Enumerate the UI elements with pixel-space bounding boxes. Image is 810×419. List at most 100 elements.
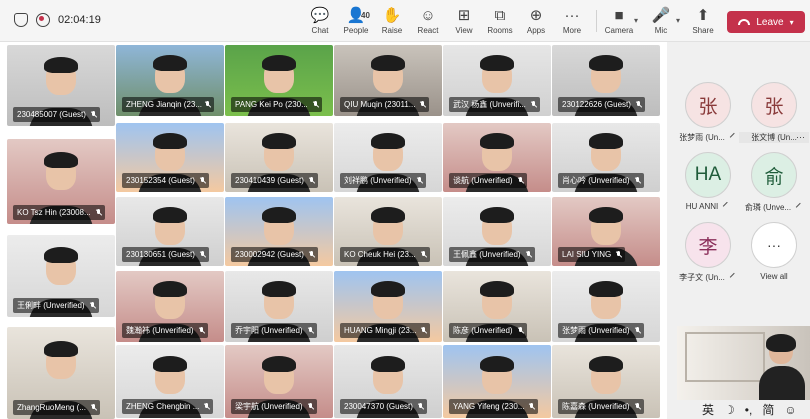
participant-face (589, 206, 623, 245)
participant-video-tile[interactable]: 王俐畔 (Unverified) (7, 235, 115, 317)
mic-off-icon (199, 177, 206, 184)
participant-video-tile[interactable]: 武汉 杨鑫 (Unverifi... (443, 45, 551, 116)
participant-nametag: 魏瀚祎 (Unverified) (122, 323, 208, 338)
participant-video-tile[interactable]: ZHENG Chengbin ... (116, 345, 224, 418)
mic-off-icon (198, 327, 205, 334)
participant-video-tile[interactable]: 230122626 (Guest) (552, 45, 660, 116)
participant-video-tile[interactable]: 陈彦 (Unverified) (443, 271, 551, 342)
participant-video-tile[interactable]: 刘祥鹏 (Unverified) (334, 123, 442, 192)
participant-name: 李子文 (Un... (679, 273, 725, 282)
camera-options-chevron-icon[interactable]: ▾ (634, 16, 638, 25)
participant-card[interactable]: 张 张文博 (Un... ··· (739, 82, 809, 143)
participant-video-tile[interactable]: LAI SIU YING (552, 197, 660, 266)
participant-video-tile[interactable]: 230002942 (Guest) (225, 197, 333, 266)
leave-label: Leave (756, 16, 784, 28)
participant-name: 王佩鑫 (Unverified) (453, 250, 521, 259)
chat-button[interactable]: 💬 Chat (300, 6, 340, 36)
more-button[interactable]: ··· More (552, 6, 592, 36)
emoji-icon[interactable]: ☺ (784, 403, 796, 417)
participant-nametag: 张梦雨 (Unverified) (558, 323, 644, 338)
participant-name: ZhangRuoMeng (... (17, 403, 86, 412)
chevron-down-icon: ▾ (789, 17, 794, 27)
participant-video-tile[interactable]: 陈嘉森 (Unverified) (552, 345, 660, 418)
camera-button[interactable]: ■ Camera (599, 6, 639, 36)
self-view-person-body (759, 366, 805, 400)
share-button[interactable]: ⬆ Share (683, 6, 723, 36)
more-options-icon[interactable]: ··· (796, 132, 805, 142)
moon-icon[interactable]: ☽ (724, 403, 735, 417)
participant-video-tile[interactable]: 230152354 (Guest) (116, 123, 224, 192)
ime-simplified-toggle[interactable]: 简 (762, 401, 774, 418)
self-view-video[interactable] (677, 326, 810, 400)
participant-video-tile[interactable]: YANG Yifeng (230... (443, 345, 551, 418)
participant-face (589, 55, 623, 94)
participant-card[interactable]: HA HU ANNI (673, 152, 743, 211)
rooms-button[interactable]: ⧉ Rooms (480, 6, 520, 36)
leave-button[interactable]: Leave ▾ (727, 11, 805, 33)
share-icon: ⬆ (696, 7, 710, 24)
participant-video-tile[interactable]: 肖心吟 (Unverified) (552, 123, 660, 192)
view-all-label: View all (760, 272, 788, 281)
participant-nametag: 230122626 (Guest) (558, 97, 645, 112)
participant-nametag: 王俐畔 (Unverified) (13, 298, 99, 313)
participant-video-tile[interactable]: 梁宇航 (Unverified) (225, 345, 333, 418)
mic-options-chevron-icon[interactable]: ▾ (676, 16, 680, 25)
view-all-button[interactable]: ··· View all (739, 222, 809, 281)
view-button[interactable]: ⊞ View (444, 6, 484, 36)
punctuation-icon[interactable]: •, (745, 403, 753, 417)
participant-name: 魏瀚祎 (Unverified) (126, 326, 194, 335)
raise-hand-button[interactable]: ✋ Raise (372, 6, 412, 36)
participant-face (262, 206, 296, 245)
mic-off-icon (420, 327, 427, 334)
participant-face (153, 355, 187, 394)
participant-face (262, 281, 296, 320)
ime-lang-toggle[interactable]: 英 (702, 401, 714, 418)
participant-name: KO Cheuk Hei (23... (344, 250, 416, 259)
mic-off-icon (634, 177, 641, 184)
participant-name: 230002942 (Guest) (235, 250, 304, 259)
participant-nametag: KO Cheuk Hei (23... (340, 247, 430, 262)
participant-video-tile[interactable]: PANG Kei Po (230... (225, 45, 333, 116)
participant-name: 陈嘉森 (Unverified) (562, 402, 630, 411)
participant-video-tile[interactable]: 魏瀚祎 (Unverified) (116, 271, 224, 342)
participant-name: 230410439 (Guest) (235, 176, 304, 185)
participant-video-tile[interactable]: 230130651 (Guest) (116, 197, 224, 266)
react-button[interactable]: ☺ React (408, 6, 448, 36)
mic-off-icon (308, 177, 315, 184)
participant-nametag: PANG Kei Po (230... (231, 97, 322, 112)
mic-off-icon (312, 101, 319, 108)
participant-face (153, 281, 187, 320)
mic-off-icon (417, 403, 424, 410)
toolbar-divider (596, 10, 597, 32)
participant-video-tile[interactable]: 230485007 (Guest) (7, 45, 115, 126)
participant-video-tile[interactable]: ZHENG Jianqin (23... (116, 45, 224, 116)
participant-card[interactable]: 李 李子文 (Un... (673, 222, 743, 283)
participant-video-tile[interactable]: KO Cheuk Hei (23... (334, 197, 442, 266)
participant-video-tile[interactable]: QIU Muqin (23011... (334, 45, 442, 116)
shield-icon (14, 13, 28, 27)
participant-video-tile[interactable]: 230047370 (Guest) (334, 345, 442, 418)
participant-face (589, 281, 623, 320)
mic-off-icon (729, 132, 739, 142)
hand-icon: ✋ (382, 7, 402, 24)
participant-video-tile[interactable]: 王佩鑫 (Unverified) (443, 197, 551, 266)
mic-button[interactable]: 🎤 Mic (641, 6, 681, 36)
participant-name: 肖心吟 (Unverified) (562, 176, 630, 185)
participant-video-tile[interactable]: KO Tsz Hin (23008... (7, 139, 115, 224)
participant-card[interactable]: 俞 俞璘 (Unve... (739, 152, 809, 213)
participant-name: 俞璘 (Unve... (744, 203, 792, 212)
participant-video-tile[interactable]: 230410439 (Guest) (225, 123, 333, 192)
participant-video-tile[interactable]: 谈航 (Unverified) (443, 123, 551, 192)
participant-face (153, 206, 187, 245)
participant-video-tile[interactable]: ZhangRuoMeng (... (7, 327, 115, 419)
participant-video-tile[interactable]: HUANG Mingji (23... (334, 271, 442, 342)
apps-button[interactable]: ⊕ Apps (516, 6, 556, 36)
participant-card[interactable]: 张 张梦雨 (Un... (673, 82, 743, 143)
mic-off-icon (90, 111, 97, 118)
participant-video-tile[interactable]: 乔宇阳 (Unverified) (225, 271, 333, 342)
participant-face (480, 132, 514, 171)
mic-off-icon (634, 327, 641, 334)
participant-video-tile[interactable]: 张梦雨 (Unverified) (552, 271, 660, 342)
participant-name: 王俐畔 (Unverified) (17, 301, 85, 310)
people-button[interactable]: 👤 40 People (336, 6, 376, 36)
